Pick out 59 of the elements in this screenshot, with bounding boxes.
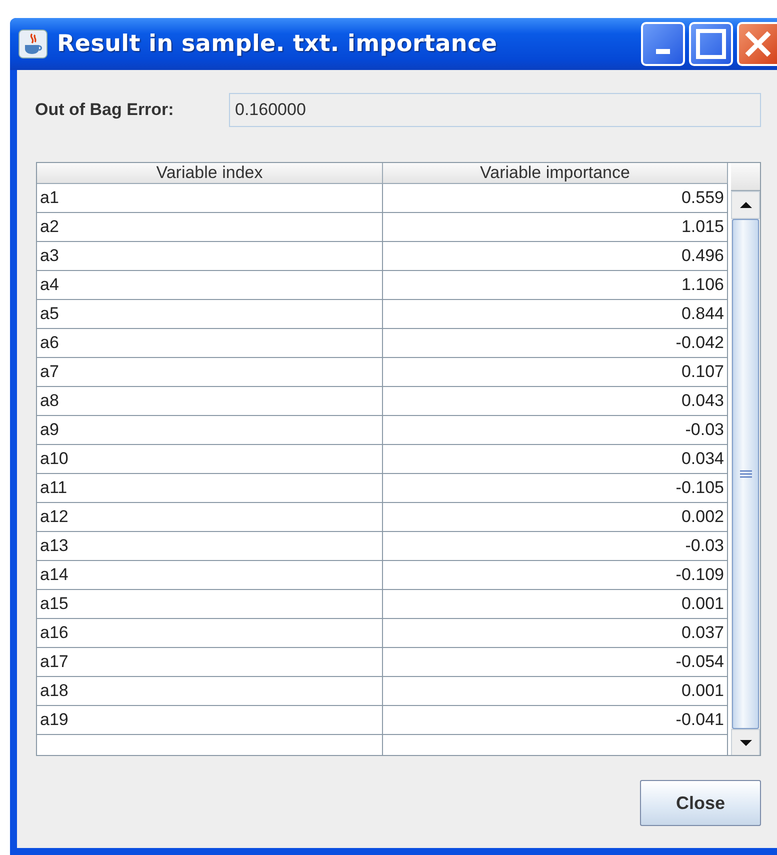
error-field[interactable]: 0.160000	[229, 93, 761, 127]
table-cell: a1	[37, 184, 383, 213]
table-cell: 0.001	[383, 677, 728, 706]
table-cell: 0.001	[383, 590, 728, 619]
table-cell: -0.109	[383, 561, 728, 590]
down-triangle-icon	[738, 739, 752, 747]
table-cell: a16	[37, 619, 383, 648]
table-cell: 0.559	[383, 184, 728, 213]
coffee-cup-icon	[18, 29, 48, 59]
table-cell: -0.03	[383, 416, 728, 445]
table-cell: a7	[37, 358, 383, 387]
grip-icon	[738, 470, 752, 478]
scroll-thumb[interactable]	[732, 219, 759, 729]
table-cell: a19	[37, 706, 383, 735]
window-title: Result in sample. txt. importance	[57, 31, 498, 57]
table-cell: a6	[37, 329, 383, 358]
table-cell: a3	[37, 242, 383, 271]
close-button[interactable]	[737, 22, 777, 66]
header-corner	[731, 163, 760, 191]
close-icon	[743, 29, 773, 59]
minimize-icon	[656, 48, 670, 54]
table-cell: a15	[37, 590, 383, 619]
table-cell: a2	[37, 213, 383, 242]
maximize-icon	[696, 29, 726, 59]
scroll-down-button[interactable]	[731, 729, 760, 755]
table-cell: a14	[37, 561, 383, 590]
table-cell: 0.844	[383, 300, 728, 329]
table-cell: a4	[37, 271, 383, 300]
table-cell: a5	[37, 300, 383, 329]
close-dialog-button[interactable]: Close	[640, 780, 761, 826]
table-cell: 0.034	[383, 445, 728, 474]
table-cell: -0.041	[383, 706, 728, 735]
table-cell: a11	[37, 474, 383, 503]
table-cell: 0.037	[383, 619, 728, 648]
scroll-up-button[interactable]	[731, 191, 760, 219]
table-cell: a8	[37, 387, 383, 416]
table-cell: a18	[37, 677, 383, 706]
table-cell: 0.043	[383, 387, 728, 416]
maximize-button[interactable]	[689, 22, 733, 66]
column-header[interactable]: Variable importance	[383, 163, 728, 184]
table-cell: a17	[37, 648, 383, 677]
table-cell: 0.496	[383, 242, 728, 271]
table-cell: -0.105	[383, 474, 728, 503]
table-cell: -0.042	[383, 329, 728, 358]
table-cell: a13	[37, 532, 383, 561]
table-cell: a9	[37, 416, 383, 445]
table-cell: 0.002	[383, 503, 728, 532]
table-cell: -0.03	[383, 532, 728, 561]
up-triangle-icon	[738, 201, 752, 209]
table-cell: -0.054	[383, 648, 728, 677]
table-cell: a12	[37, 503, 383, 532]
minimize-button[interactable]	[641, 22, 685, 66]
error-label: Out of Bag Error:	[35, 100, 175, 120]
vertical-scrollbar[interactable]	[731, 163, 760, 755]
table-cell: 1.106	[383, 271, 728, 300]
table-cell: 0.107	[383, 358, 728, 387]
table-cell: 1.015	[383, 213, 728, 242]
column-header[interactable]: Variable index	[37, 163, 383, 184]
table-cell: a10	[37, 445, 383, 474]
